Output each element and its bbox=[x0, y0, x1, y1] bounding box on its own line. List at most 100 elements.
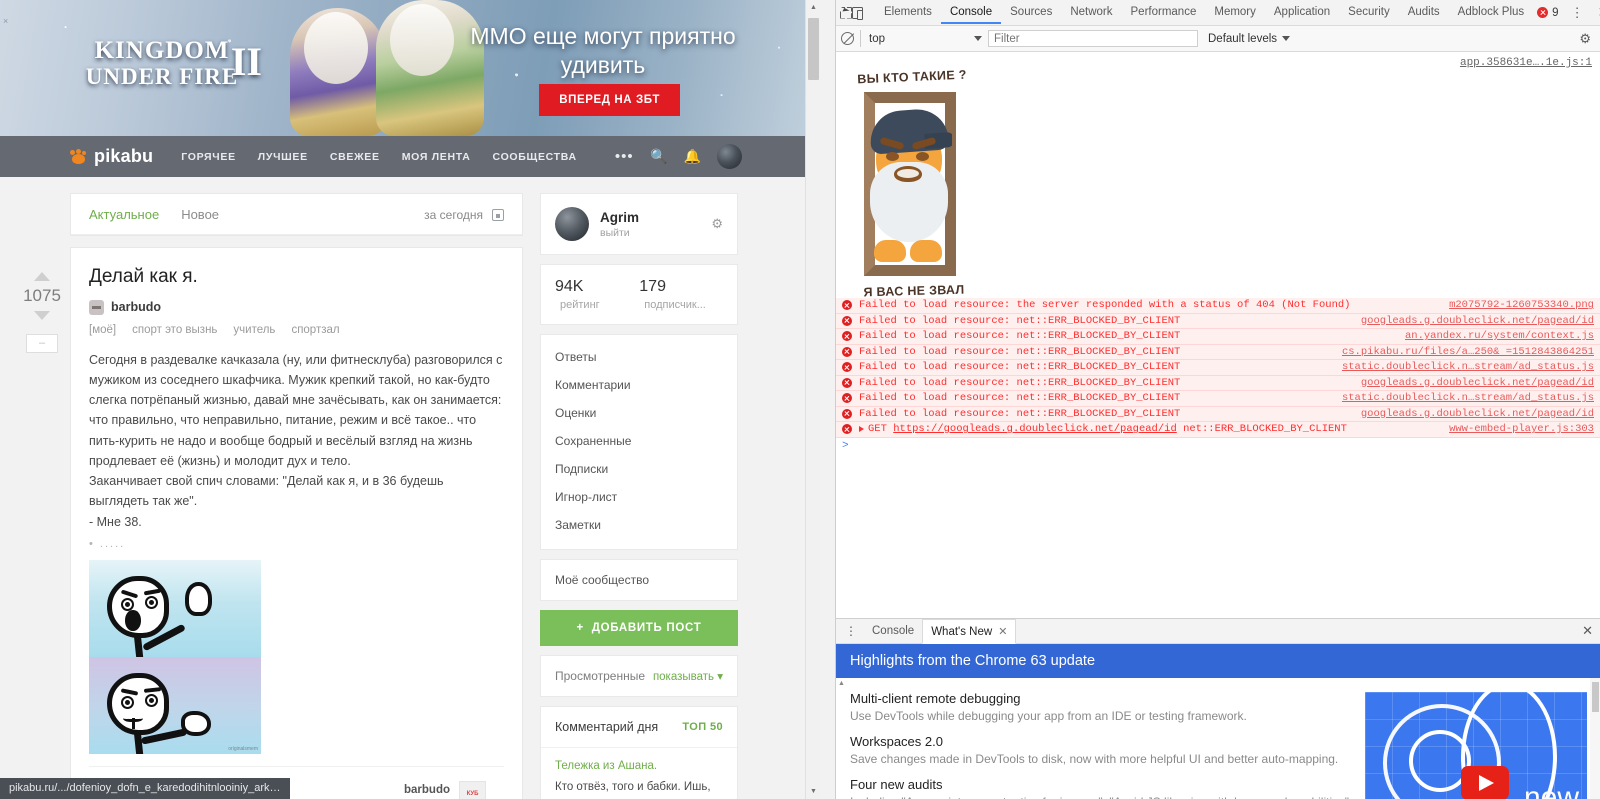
console-error-row[interactable]: Failed to load resource: net::ERR_BLOCKE… bbox=[836, 344, 1600, 360]
close-icon[interactable]: ✕ bbox=[998, 625, 1007, 638]
drawer-tab-console[interactable]: Console bbox=[864, 620, 922, 642]
nav-link-hot[interactable]: ГОРЯЧЕЕ bbox=[181, 151, 236, 163]
tab-adblock-plus[interactable]: Adblock Plus bbox=[1449, 1, 1533, 24]
search-icon[interactable]: 🔍 bbox=[650, 148, 667, 165]
post-author[interactable]: barbudo bbox=[89, 299, 504, 315]
calendar-icon[interactable] bbox=[492, 208, 504, 221]
sidebar-item-subscriptions[interactable]: Подписки bbox=[541, 455, 737, 483]
console-error-source[interactable]: an.yandex.ru/system/context.js bbox=[1395, 330, 1594, 342]
console-prompt[interactable]: > bbox=[836, 438, 1600, 454]
console-error-source[interactable]: googleads.g.doubleclick.net/pagead/id bbox=[1351, 377, 1594, 389]
sidebar-item-answers[interactable]: Ответы bbox=[541, 343, 737, 371]
console-error-source[interactable]: googleads.g.doubleclick.net/pagead/id bbox=[1351, 315, 1594, 327]
tab-network[interactable]: Network bbox=[1061, 1, 1121, 24]
ad-close-icon[interactable]: × bbox=[3, 16, 8, 26]
drawer-tab-whats-new[interactable]: What's New ✕ bbox=[922, 619, 1017, 644]
inspect-element-icon[interactable] bbox=[840, 1, 852, 25]
post-tag[interactable]: спорт это вызнь bbox=[132, 324, 217, 336]
close-devtools-icon[interactable]: ✕ bbox=[1592, 4, 1600, 21]
nav-link-communities[interactable]: СООБЩЕСТВА bbox=[493, 151, 577, 163]
console-error-row[interactable]: Failed to load resource: net::ERR_BLOCKE… bbox=[836, 313, 1600, 329]
scroll-down-arrow[interactable]: ▼ bbox=[806, 784, 820, 799]
tab-novoe[interactable]: Новое bbox=[181, 207, 219, 222]
console-error-source[interactable]: www-embed-player.js:303 bbox=[1439, 423, 1594, 435]
add-post-button[interactable]: + ДОБАВИТЬ ПОСТ bbox=[540, 610, 738, 646]
nav-more-icon[interactable]: ••• bbox=[615, 148, 634, 165]
sidebar-item-comments[interactable]: Комментарии bbox=[541, 371, 737, 399]
scrollbar-thumb[interactable] bbox=[1592, 682, 1599, 712]
page-scrollbar[interactable]: ▲ ▼ bbox=[805, 0, 820, 799]
pikabu-logo[interactable]: pikabu bbox=[70, 146, 153, 167]
stat-subscribers[interactable]: 179 подписчик... bbox=[639, 278, 723, 311]
post-footer-author[interactable]: barbudo 2 часа назад bbox=[388, 780, 486, 799]
play-icon[interactable] bbox=[1461, 766, 1509, 799]
tab-console[interactable]: Console bbox=[941, 1, 1001, 24]
console-error-row[interactable]: Failed to load resource: net::ERR_BLOCKE… bbox=[836, 375, 1600, 391]
whats-new-scrollbar[interactable] bbox=[1590, 678, 1600, 799]
scrollbar-thumb[interactable] bbox=[808, 18, 819, 80]
avatar[interactable] bbox=[717, 144, 742, 169]
console-error-source[interactable]: cs.pikabu.ru/files/a…250& =1512843864251 bbox=[1332, 346, 1594, 358]
tab-audits[interactable]: Audits bbox=[1399, 1, 1449, 24]
whats-new-video-thumbnail[interactable]: new bbox=[1365, 692, 1587, 799]
device-toolbar-icon[interactable] bbox=[852, 1, 863, 25]
console-error-source[interactable]: static.doubleclick.n…stream/ad_status.js bbox=[1332, 361, 1594, 373]
tab-aktualnoe[interactable]: Актуальное bbox=[89, 207, 159, 222]
nav-link-fresh[interactable]: СВЕЖЕЕ bbox=[330, 151, 380, 163]
nav-link-myfeed[interactable]: МОЯ ЛЕНТА bbox=[402, 151, 471, 163]
console-settings-icon[interactable]: ⚙ bbox=[1579, 31, 1595, 47]
error-count-badge[interactable]: 9 bbox=[1533, 7, 1562, 19]
console-image-source-link[interactable]: app.358631e….1e.js:1 bbox=[1460, 57, 1592, 69]
execution-context-select[interactable]: top bbox=[860, 30, 982, 47]
logout-link[interactable]: выйти bbox=[600, 227, 639, 239]
stat-rating[interactable]: 94K рейтинг bbox=[555, 278, 621, 311]
scroll-up-arrow[interactable]: ▲ bbox=[806, 0, 820, 15]
post-image[interactable]: originalsmem bbox=[89, 559, 261, 754]
tab-sources[interactable]: Sources bbox=[1001, 1, 1061, 24]
sidebar-user[interactable]: Agrim выйти ⚙ bbox=[541, 194, 737, 254]
tab-security[interactable]: Security bbox=[1339, 1, 1399, 24]
console-error-source[interactable]: static.doubleclick.n…stream/ad_status.js bbox=[1332, 392, 1594, 404]
console-error-source[interactable]: m2075792-1260753340.png bbox=[1439, 299, 1594, 311]
bell-icon[interactable]: 🔔 bbox=[684, 148, 701, 165]
post-title[interactable]: Делай как я. bbox=[89, 265, 504, 290]
sidebar-item-notes[interactable]: Заметки bbox=[541, 511, 737, 539]
tab-application[interactable]: Application bbox=[1265, 1, 1339, 24]
console-error-row-expandable[interactable]: GET https://googleads.g.doubleclick.net/… bbox=[836, 422, 1600, 438]
close-drawer-icon[interactable]: ✕ bbox=[1574, 623, 1600, 639]
tab-memory[interactable]: Memory bbox=[1205, 1, 1265, 24]
scroll-up-arrow[interactable]: ▲ bbox=[838, 680, 845, 687]
top50-link[interactable]: ТОП 50 bbox=[682, 721, 723, 733]
console-error-row[interactable]: Failed to load resource: net::ERR_BLOCKE… bbox=[836, 406, 1600, 422]
viewed-toggle[interactable]: показывать ▾ bbox=[653, 669, 723, 683]
filter-input[interactable] bbox=[988, 30, 1198, 47]
drawer-menu-icon[interactable]: ⋮ bbox=[838, 625, 864, 637]
post-tag[interactable]: учитель bbox=[233, 324, 275, 336]
post-tag[interactable]: спортзал bbox=[291, 324, 339, 336]
console-error-source[interactable]: googleads.g.doubleclick.net/pagead/id bbox=[1351, 408, 1594, 420]
feed-period[interactable]: за сегодня bbox=[424, 208, 504, 222]
devtools-menu-icon[interactable]: ⋮ bbox=[1565, 6, 1590, 19]
comment-post-title[interactable]: Тележка из Ашана. bbox=[555, 760, 723, 772]
nav-link-best[interactable]: ЛУЧШЕЕ bbox=[258, 151, 308, 163]
expand-triangle-icon[interactable] bbox=[859, 426, 864, 433]
post-tag[interactable]: [моё] bbox=[89, 324, 116, 336]
ad-cta-button[interactable]: ВПЕРЕД НА ЗБТ bbox=[539, 84, 680, 116]
console-error-row[interactable]: Failed to load resource: net::ERR_BLOCKE… bbox=[836, 329, 1600, 345]
gear-icon[interactable]: ⚙ bbox=[711, 216, 723, 232]
clear-console-icon[interactable] bbox=[841, 32, 854, 45]
sidebar-item-ratings[interactable]: Оценки bbox=[541, 399, 737, 427]
downvote-button[interactable] bbox=[34, 311, 50, 320]
ad-banner[interactable]: × KINGDOM UNDER FIRE II MMO еще могут пр… bbox=[0, 0, 820, 136]
console-error-row[interactable]: Failed to load resource: net::ERR_BLOCKE… bbox=[836, 391, 1600, 407]
sidebar-item-ignorelist[interactable]: Игнор-лист bbox=[541, 483, 737, 511]
sidebar-community-card[interactable]: Моё сообщество bbox=[540, 559, 738, 601]
console-error-row[interactable]: Failed to load resource: net::ERR_BLOCKE… bbox=[836, 360, 1600, 376]
upvote-button[interactable] bbox=[34, 272, 50, 281]
request-url[interactable]: https://googleads.g.doubleclick.net/page… bbox=[893, 423, 1177, 435]
console-error-row[interactable]: Failed to load resource: the server resp… bbox=[836, 298, 1600, 314]
tab-performance[interactable]: Performance bbox=[1122, 1, 1206, 24]
sidebar-item-saved[interactable]: Сохраненные bbox=[541, 427, 737, 455]
hide-post-button[interactable]: – bbox=[26, 334, 58, 353]
log-levels-dropdown[interactable]: Default levels bbox=[1204, 33, 1291, 45]
